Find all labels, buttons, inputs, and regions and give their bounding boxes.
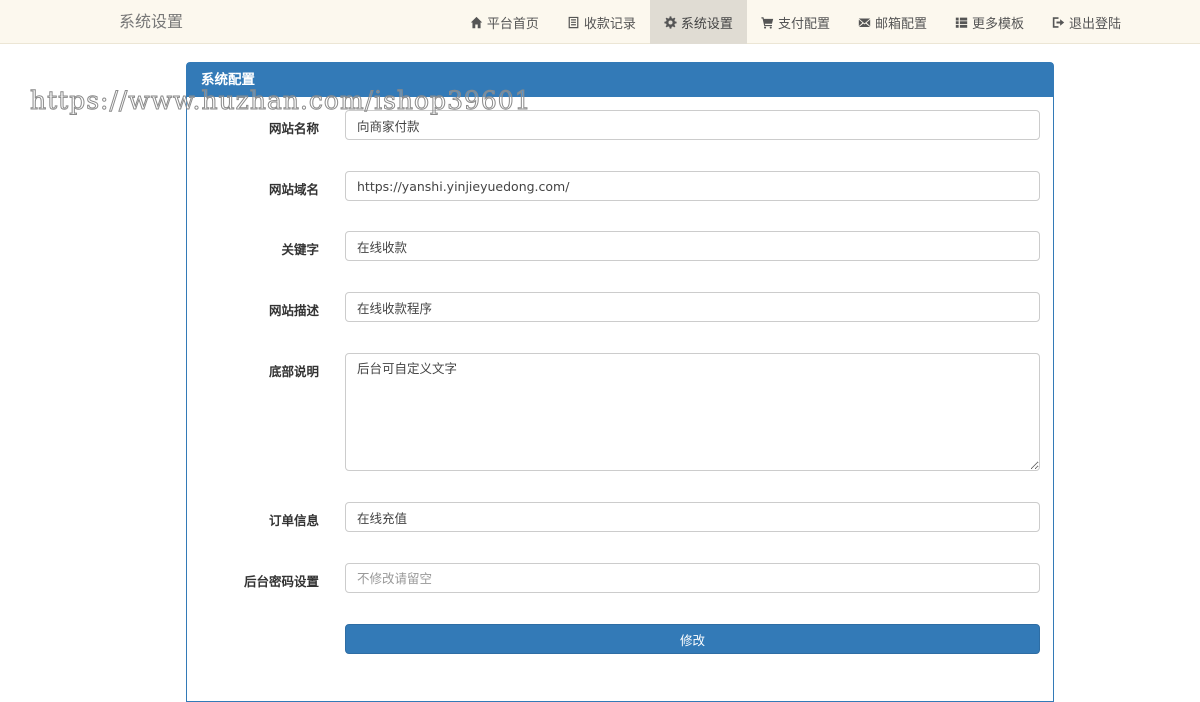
log-out-icon [1052,15,1066,29]
order-info-input[interactable] [345,502,1040,532]
nav-item-payment-config[interactable]: 支付配置 [747,0,844,44]
keywords-input[interactable] [345,231,1040,261]
nav-item-label: 更多模板 [971,16,1024,32]
admin-password-label: 后台密码设置 [243,574,319,589]
nav-item-label: 系统设置 [680,16,733,32]
site-domain-input[interactable] [345,171,1040,201]
nav-item-label: 退出登陆 [1068,16,1121,32]
admin-password-input[interactable] [345,563,1040,593]
nav-item-label: 支付配置 [777,16,830,32]
shopping-cart-icon [761,15,775,29]
nav-item-more-templates[interactable]: 更多模板 [941,0,1038,44]
keywords-label: 关键字 [281,242,319,257]
home-icon [470,15,484,29]
site-name-input[interactable] [345,110,1040,140]
nav-item-label: 平台首页 [486,16,539,32]
top-navbar: 系统设置 平台首页 收款记录 系统设置 支付配置 邮箱配置 更多模板 退出登陆 [0,0,1200,44]
gear-icon [664,15,678,29]
submit-button[interactable]: 修改 [345,624,1040,654]
footer-textarea[interactable]: 后台可自定义文字 [345,353,1040,471]
description-label: 网站描述 [268,303,319,318]
nav-item-logout[interactable]: 退出登陆 [1038,0,1135,44]
panel-title: 系统配置 [187,63,1053,97]
nav-item-email-config[interactable]: 邮箱配置 [844,0,941,44]
site-domain-label: 网站域名 [268,182,319,197]
list-alt-icon [567,15,581,29]
envelope-icon [858,15,872,29]
navbar-brand[interactable]: 系统设置 [119,0,183,44]
footer-label: 底部说明 [268,364,319,379]
navbar-menu: 平台首页 收款记录 系统设置 支付配置 邮箱配置 更多模板 退出登陆 [456,0,1135,44]
description-input[interactable] [345,292,1040,322]
nav-item-home[interactable]: 平台首页 [456,0,553,44]
th-list-icon [955,15,969,29]
nav-item-label: 收款记录 [583,16,636,32]
order-info-label: 订单信息 [268,513,319,528]
site-name-label: 网站名称 [268,121,319,136]
system-config-panel: 系统配置 网站名称 网站域名 关键字 网站描述 底部说明 后台可自定义文字 订单… [186,62,1054,702]
nav-item-system-settings[interactable]: 系统设置 [649,0,747,44]
nav-item-payment-records[interactable]: 收款记录 [553,0,650,44]
nav-item-label: 邮箱配置 [874,16,927,32]
